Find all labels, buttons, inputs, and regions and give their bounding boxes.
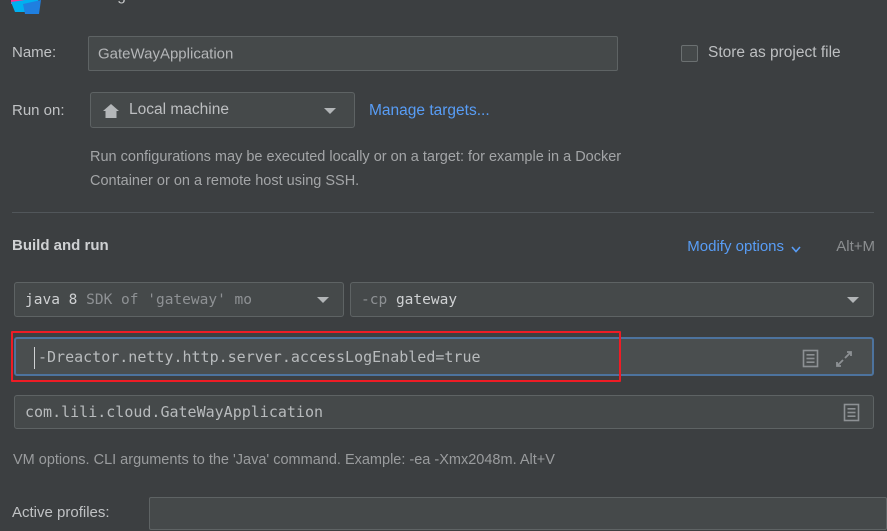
text-cursor (34, 347, 35, 369)
edit-configuration-dialog: Edit Configuration Name: GateWayApplicat… (0, 0, 887, 531)
list-file-icon[interactable] (842, 402, 861, 423)
name-input[interactable]: GateWayApplication (88, 36, 618, 71)
classpath-flag: -cp (361, 291, 388, 308)
section-divider (12, 212, 874, 213)
jdk-select-value: java 8 SDK of 'gateway' mo (25, 292, 315, 308)
modify-options-link[interactable]: Modify options (687, 238, 784, 255)
name-input-value: GateWayApplication (98, 45, 234, 62)
classpath-module: gateway (395, 291, 458, 308)
bottom-divider (0, 484, 887, 485)
jdk-name: java 8 (25, 291, 78, 308)
run-on-description: Run configurations may be executed local… (90, 149, 622, 189)
vm-options-hint: VM options. CLI arguments to the 'Java' … (13, 452, 555, 468)
page-title: Edit Configuration (50, 0, 173, 5)
run-on-selected-value: Local machine (129, 101, 229, 118)
run-on-label: Run on: (12, 102, 65, 119)
main-class-value: com.lili.cloud.GateWayApplication (25, 403, 324, 421)
dialog-title-bar: Edit Configuration (0, 0, 887, 16)
classpath-select[interactable]: -cp gateway (350, 282, 874, 317)
store-as-project-file-row[interactable]: Store as project file (681, 44, 841, 62)
expand-arrows-icon[interactable] (834, 349, 854, 369)
active-profiles-input[interactable] (149, 497, 887, 530)
store-as-project-file-checkbox[interactable] (681, 44, 698, 62)
intellij-idea-logo-icon (9, 0, 43, 14)
jdk-select[interactable]: java 8 SDK of 'gateway' mo (14, 282, 344, 317)
chevron-down-icon[interactable] (847, 297, 859, 303)
manage-targets-link[interactable]: Manage targets... (369, 102, 490, 120)
list-file-icon[interactable] (801, 348, 820, 369)
modify-options-shortcut: Alt+M (836, 238, 875, 255)
jdk-description: SDK of 'gateway' mo (86, 291, 252, 308)
name-label: Name: (12, 44, 57, 61)
chevron-down-icon[interactable] (324, 108, 336, 114)
run-on-target-select[interactable]: Local machine (90, 92, 355, 128)
main-class-input[interactable]: com.lili.cloud.GateWayApplication (14, 395, 874, 429)
vm-options-value: -Dreactor.netty.http.server.accessLogEna… (38, 347, 481, 366)
gear-icon[interactable] (879, 45, 887, 61)
vm-options-input[interactable]: -Dreactor.netty.http.server.accessLogEna… (14, 337, 874, 376)
chevron-down-icon[interactable] (317, 297, 329, 303)
chevron-down-icon[interactable] (790, 242, 802, 254)
store-as-project-file-label: Store as project file (708, 44, 841, 61)
home-icon (102, 102, 120, 120)
build-and-run-section-title: Build and run (12, 237, 109, 254)
classpath-select-value: -cp gateway (361, 292, 457, 308)
active-profiles-label: Active profiles: (12, 504, 110, 521)
